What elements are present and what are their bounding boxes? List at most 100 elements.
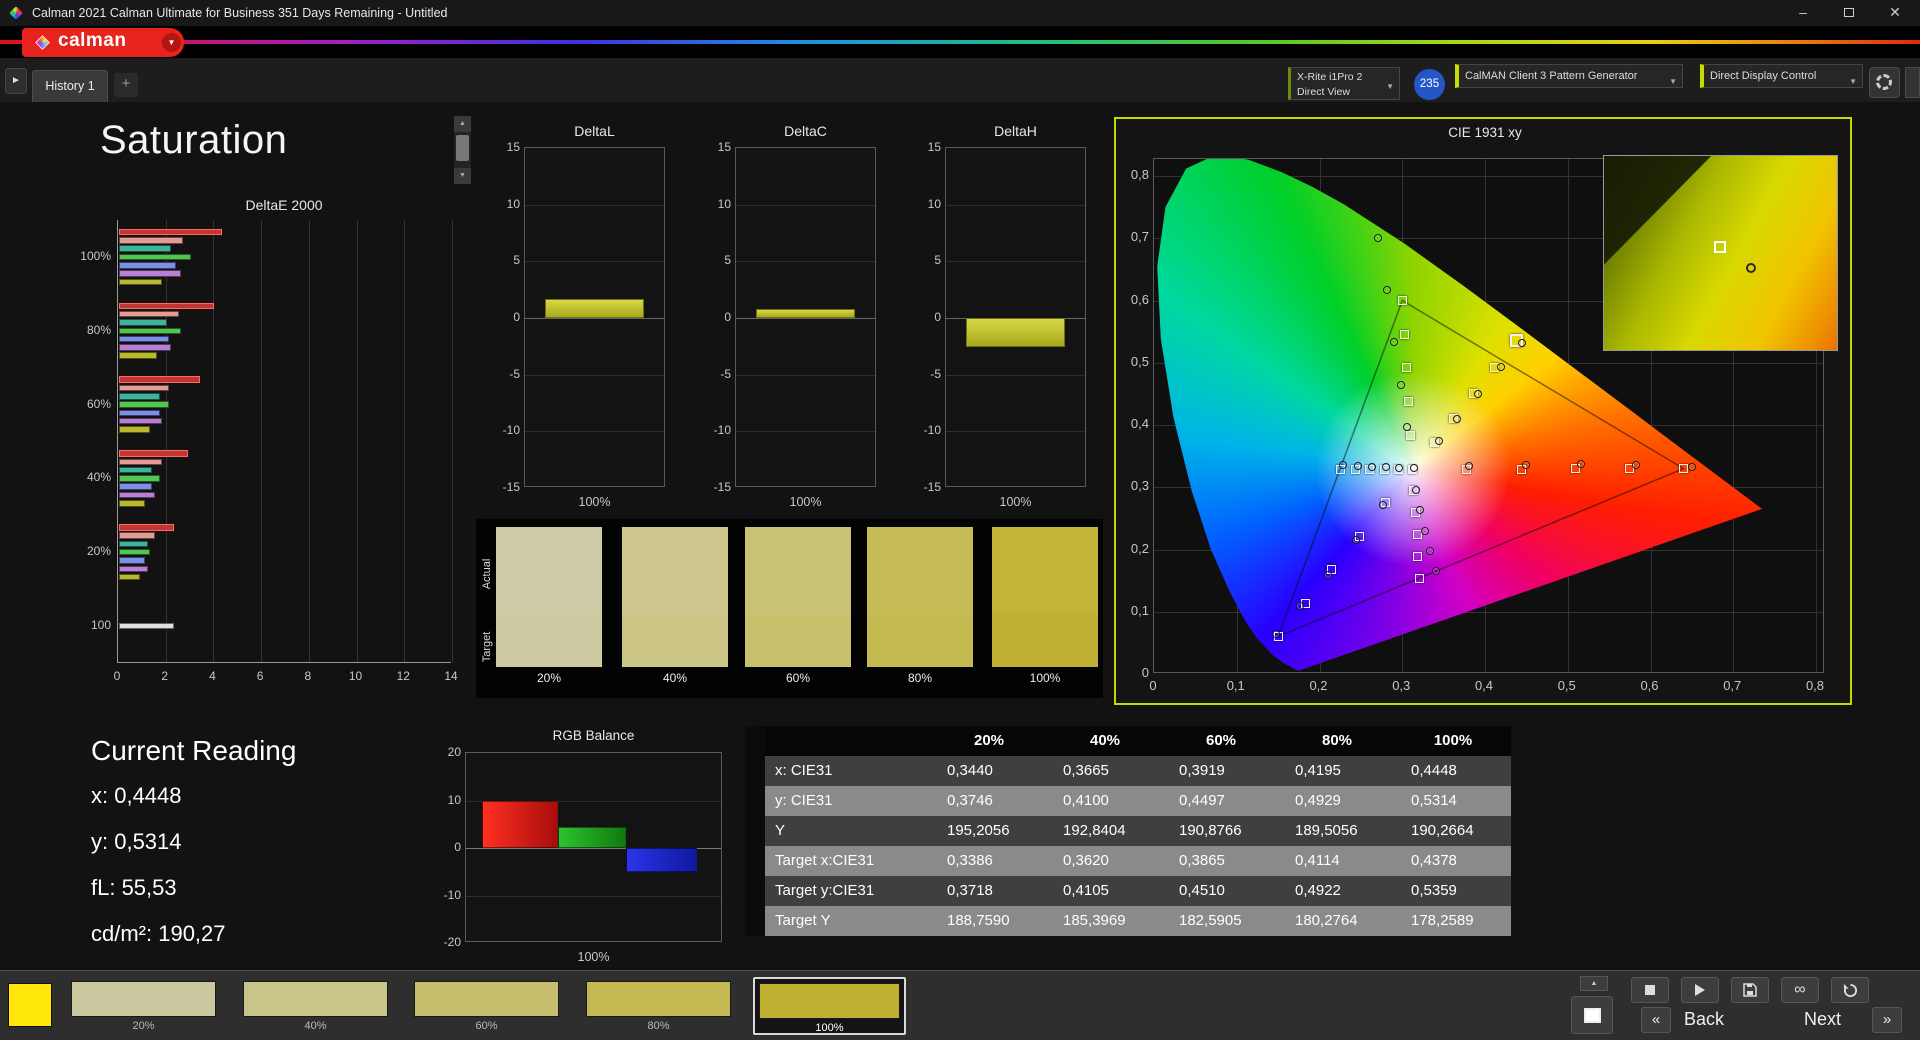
axis-tick-label: 0,7 [1130, 229, 1149, 245]
infinity-icon: ∞ [1794, 981, 1806, 998]
actual-color [992, 527, 1098, 614]
deltae2000-chart: DeltaE 2000 100% 80% 60% 40% 20% 100 0 2 4 6 8 10 1… [73, 195, 473, 695]
next-button[interactable]: Next [1804, 1009, 1841, 1030]
axis-tick-label: 14 [444, 669, 458, 683]
target-row-label: Target [481, 631, 493, 663]
scroll-down-icon[interactable]: ▼ [454, 168, 471, 184]
swatch-color [71, 981, 216, 1017]
calman-logo-text: calman [58, 30, 127, 51]
minimize-button[interactable]: – [1782, 0, 1824, 27]
stop-button[interactable] [1631, 977, 1669, 1003]
spectrum-strip [0, 40, 1920, 44]
pattern-swatch-60%[interactable]: 60% [410, 977, 563, 1035]
reading-x: x: 0,4448 [91, 783, 182, 808]
swatch-label: 20% [132, 1020, 155, 1032]
save-button[interactable] [1731, 977, 1769, 1003]
axis-tick-label: -5 [930, 366, 941, 381]
deltae-bar [119, 532, 155, 539]
play-button[interactable] [1681, 977, 1719, 1003]
current-color-chip[interactable] [8, 983, 52, 1027]
back-button[interactable]: Back [1684, 1009, 1724, 1030]
calman-diamond-icon [35, 35, 50, 50]
meter-status-badge[interactable]: 235 [1414, 69, 1445, 100]
close-button[interactable]: ✕ [1874, 0, 1916, 27]
axis-tick-label: 0,2 [1309, 678, 1328, 693]
table-row-label: Target x:CIE31 [765, 846, 931, 876]
pattern-swatch-40%[interactable]: 40% [239, 977, 392, 1035]
collapse-icon[interactable]: ▲ [1580, 976, 1608, 991]
measurement-table: 20% 40% 60% 80% 100% x: CIE31 0,3440 0,3665 0,39… [745, 726, 1511, 936]
next-chevron-button[interactable]: » [1872, 1007, 1902, 1033]
deltae-bar [119, 335, 170, 343]
source-dropdown[interactable]: CalMAN Client 3 Pattern Generator ▼ [1455, 64, 1683, 88]
source-label: CalMAN Client 3 Pattern Generator [1465, 70, 1638, 82]
deltaC-x-label: 100% [789, 495, 822, 509]
meter-dropdown[interactable]: X-Rite i1Pro 2 Direct View ▼ [1288, 67, 1400, 100]
table-row-label: x: CIE31 [765, 756, 931, 786]
titlebar: Calman 2021 Calman Ultimate for Business… [0, 0, 1920, 27]
table-header: 100% [1395, 726, 1511, 756]
axis-tick-label: 0 [724, 310, 731, 324]
target-point [1397, 296, 1407, 305]
target-point [1406, 431, 1416, 441]
display-control-label: Direct Display Control [1710, 70, 1817, 82]
table-row-label: y: CIE31 [765, 786, 931, 816]
deltae-bar [119, 401, 170, 408]
table-cell: 178,2589 [1395, 906, 1511, 936]
axis-tick-label: -10 [923, 423, 941, 438]
refresh-button[interactable] [1831, 977, 1869, 1003]
add-tab-button[interactable]: + [114, 73, 138, 97]
deltaH-title: DeltaH [994, 123, 1037, 139]
axis-tick-label: 0,5 [1130, 353, 1149, 369]
deltaC-bar [756, 308, 855, 318]
axis-tick-label: 5 [513, 253, 520, 268]
pattern-window-icon [1584, 1008, 1601, 1023]
grid-line [525, 204, 664, 206]
scroll-up-icon[interactable]: ▲ [454, 116, 471, 132]
deltae-bar [119, 352, 158, 359]
actual-color [496, 527, 602, 614]
history-nav-button[interactable]: ► [5, 68, 27, 94]
axis-tick-label: 4 [209, 669, 216, 683]
settings-button[interactable] [1869, 67, 1900, 98]
pattern-swatch-80%[interactable]: 80% [582, 977, 735, 1035]
measured-point [1409, 463, 1418, 472]
measured-point [1453, 414, 1462, 423]
table-cell: 0,4114 [1279, 846, 1395, 876]
cie-x-axis: 0 0,1 0,2 0,3 0,4 0,5 0,6 0,7 0,8 [1149, 678, 1824, 694]
measured-point [1374, 233, 1383, 242]
deltae-bar [119, 270, 182, 277]
deltae-bar [119, 376, 201, 383]
deltaC-plot [735, 147, 876, 487]
deltae-bar [119, 344, 172, 351]
back-chevron-button[interactable]: « [1641, 1007, 1671, 1033]
pattern-swatch-100%[interactable]: 100% [753, 977, 906, 1035]
axis-tick-label: 5 [934, 253, 941, 268]
scrollbar-thumb[interactable] [456, 135, 469, 161]
table-row-label: Y [765, 816, 931, 846]
axis-tick-label: 0,2 [1130, 540, 1149, 556]
display-control-dropdown[interactable]: Direct Display Control ▼ [1700, 64, 1863, 88]
pattern-window-button[interactable] [1571, 996, 1613, 1034]
swatch-color [243, 981, 388, 1017]
target-point [1415, 573, 1425, 583]
reading-fl: fL: 55,53 [91, 875, 177, 900]
actual-color [745, 527, 851, 614]
axis-tick-label: -15 [502, 480, 520, 494]
axis-tick-label: 20% [86, 544, 111, 559]
grid-line [356, 220, 358, 662]
maximize-button[interactable] [1828, 0, 1870, 27]
axis-tick-label: 10 [717, 196, 731, 211]
deltaL-x-label: 100% [578, 495, 611, 509]
comparison-swatch [745, 527, 851, 667]
more-button[interactable] [1905, 67, 1920, 98]
calman-logo[interactable]: calman ▼ [22, 28, 184, 57]
deltaL-chart: DeltaL 15 10 5 0 -5 -10 -15 100% [474, 123, 674, 521]
continuous-button[interactable]: ∞ [1781, 977, 1819, 1003]
vertical-scrollbar[interactable]: ▲ ▼ [454, 116, 471, 184]
actual-color [622, 527, 728, 614]
tab-history-1[interactable]: History 1 [32, 70, 108, 102]
pattern-swatch-20%[interactable]: 20% [67, 977, 220, 1035]
main-menu-chevron-icon[interactable]: ▼ [162, 33, 181, 52]
chevron-down-icon: ▼ [1386, 81, 1394, 91]
